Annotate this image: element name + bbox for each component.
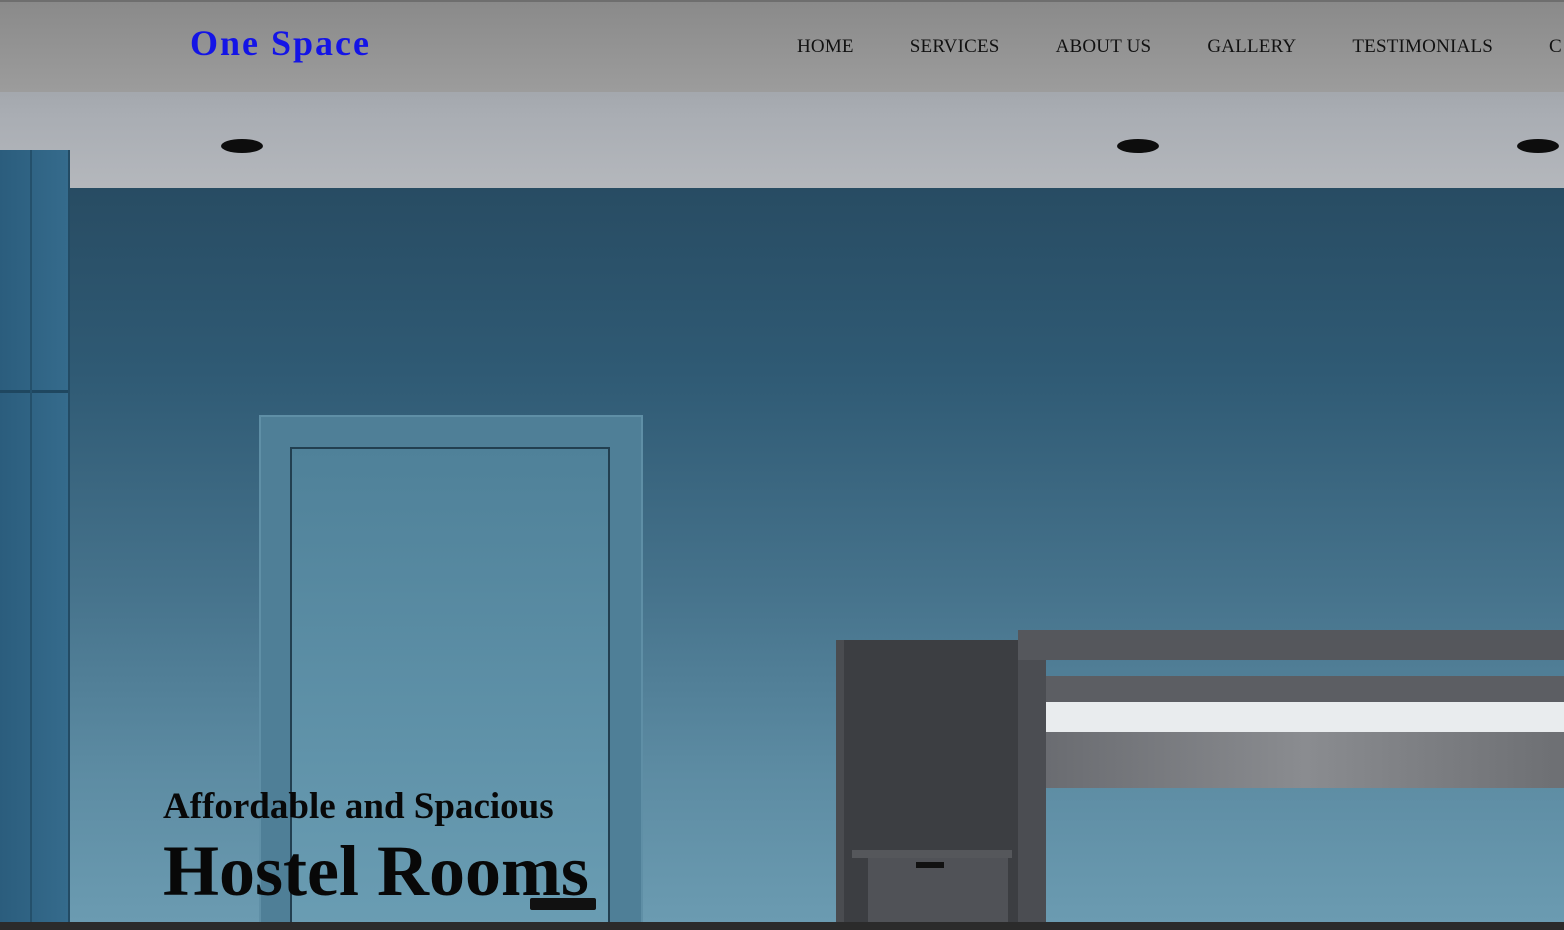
hero-image-bunk-mattress [1046,702,1564,732]
hero-subtitle: Affordable and Spacious [163,786,554,827]
hero-image-bunk-base [1046,732,1564,788]
nav-item-about-us: ABOUT US [1056,36,1152,58]
nav-item-services: SERVICES [910,36,1000,58]
nav-link-gallery[interactable]: GALLERY [1207,36,1296,57]
hero-title: Hostel Rooms [163,831,589,911]
ceiling-light [1117,139,1159,153]
bottom-edge-bar [0,922,1564,930]
ceiling-light [1517,139,1559,153]
nav-link-home[interactable]: HOME [797,36,854,57]
nav-item-home: HOME [797,36,854,58]
hero-section: Affordable and Spacious Hostel Rooms [0,0,1564,922]
hero-image-bunk-post [1018,630,1046,922]
nav-link-contact[interactable]: C [1549,36,1562,57]
nav-link-testimonials[interactable]: TESTIMONIALS [1352,36,1493,57]
hero-image-bunk-rail [1046,676,1564,702]
nav-link-about-us[interactable]: ABOUT US [1056,36,1152,57]
ceiling-light [221,139,263,153]
hero-image-bunk-ladder [836,640,1026,922]
main-nav: HOME SERVICES ABOUT US GALLERY TESTIMONI… [797,36,1564,58]
hero-image-wardrobe [0,150,70,922]
nav-item-gallery: GALLERY [1207,36,1296,58]
brand-logo[interactable]: One Space [190,22,371,64]
hero-image-bunk-rail [1018,630,1564,660]
nav-item-contact: C [1549,36,1562,58]
nav-item-testimonials: TESTIMONIALS [1352,36,1493,58]
top-navbar: One Space HOME SERVICES ABOUT US GALLERY… [0,0,1564,92]
nav-link-services[interactable]: SERVICES [910,36,1000,57]
